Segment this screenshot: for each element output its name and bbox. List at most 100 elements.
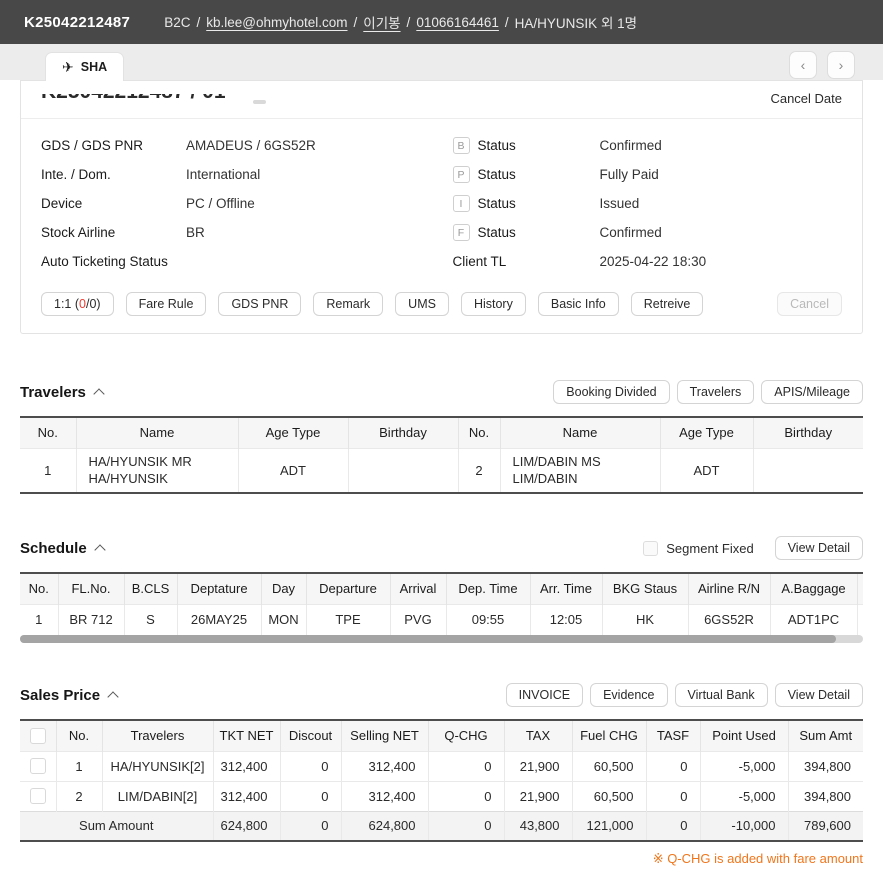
schedule-section-toggle[interactable]: Schedule [20,540,104,557]
sales-table-wrap: No. Travelers TKT NET Discout Selling NE… [20,719,863,842]
traveler1-birthday [348,448,458,493]
departure-date: 26MAY25 [177,604,261,635]
schedule-view-detail-button[interactable]: View Detail [775,536,863,560]
title-dash [253,100,266,104]
sales-table: No. Travelers TKT NET Discout Selling NE… [20,719,863,842]
separator: / [354,15,358,30]
travelers-table: No. Name Age Type Birthday No. Name Age … [20,416,863,494]
booking-class: S [124,604,177,635]
tab-sha-label: SHA [81,60,107,74]
ums-button[interactable]: UMS [395,292,449,316]
f-badge: F [453,224,470,241]
schedule-cut-column [857,573,863,604]
sales-row-1: 1 HA/HYUNSIK[2] 312,400 0 312,400 0 21,9… [20,751,863,781]
fields-left-column: GDS / GDS PNR AMADEUS / 6GS52R Inte. / D… [41,131,442,276]
booking-summary: B2C / kb.lee@ohmyhotel.com / 이기봉 / 01066… [164,12,637,32]
fields-right-column: B Status Confirmed P Status Fully Paid I… [442,131,843,276]
qchg-footnote: ※ Q-CHG is added with fare amount [20,851,863,867]
top-header-bar: K25042212487 B2C / kb.lee@ohmyhotel.com … [0,0,883,44]
separator: / [505,15,509,30]
departure-time: 09:55 [446,604,530,635]
travelers-row: 1 HA/HYUNSIK MR HA/HYUNSIK ADT 2 LIM/DAB… [20,448,863,493]
i-badge: I [453,195,470,212]
field-auto-ticketing-status: Auto Ticketing Status [41,247,442,276]
schedule-cut-cell [857,604,863,635]
sales-header-row: No. Travelers TKT NET Discout Selling NE… [20,720,863,751]
chevron-left-icon[interactable]: ‹ [789,51,817,79]
sales-view-detail-button[interactable]: View Detail [775,683,863,707]
booking-fields: GDS / GDS PNR AMADEUS / 6GS52R Inte. / D… [21,131,862,276]
traveler2-name: LIM/DABIN MS LIM/DABIN [500,448,660,493]
airplane-icon: ✈ [62,60,74,74]
panel-toolbar: 1:1 (0/0) Fare Rule GDS PNR Remark UMS H… [21,276,862,333]
bkg-status: HK [602,604,688,635]
travelers-header-row: No. Name Age Type Birthday No. Name Age … [20,417,863,448]
field-device: Device PC / Offline [41,189,442,218]
sum-amount-label: Sum Amount [20,811,213,841]
scrollbar-thumb[interactable] [20,635,836,643]
evidence-button[interactable]: Evidence [590,683,667,707]
separator: / [196,15,200,30]
select-all-checkbox[interactable] [30,728,46,744]
tab-sha[interactable]: ✈ SHA [45,52,124,81]
segment-fixed-label: Segment Fixed [666,541,753,556]
remark-button[interactable]: Remark [313,292,383,316]
basic-info-button[interactable]: Basic Info [538,292,619,316]
sales-section-header: Sales Price INVOICE Evidence Virtual Ban… [20,681,863,709]
apis-mileage-button[interactable]: APIS/Mileage [761,380,863,404]
gds-pnr-button[interactable]: GDS PNR [218,292,301,316]
booking-id: K25042212487 [24,14,130,31]
field-i-status: I Status Issued [442,189,843,218]
travelers-table-wrap: No. Name Age Type Birthday No. Name Age … [20,416,863,494]
retreive-button[interactable]: Retreive [631,292,704,316]
field-gds-pnr: GDS / GDS PNR AMADEUS / 6GS52R [41,131,442,160]
traveler2-no: 2 [458,448,500,493]
field-client-tl: Client TL 2025-04-22 18:30 [442,247,843,276]
row-checkbox[interactable] [30,788,46,804]
sales-traveler: LIM/DABIN[2] [102,781,213,811]
customer-name-link[interactable]: 이기봉 [363,12,400,32]
sales-section-toggle[interactable]: Sales Price [20,687,117,704]
sales-sum-row: Sum Amount 624,800 0 624,800 0 43,800 12… [20,811,863,841]
schedule-row: 1 BR 712 S 26MAY25 MON TPE PVG 09:55 12:… [20,604,863,635]
sales-buttons: INVOICE Evidence Virtual Bank View Detai… [506,683,863,707]
traveler1-age-type: ADT [238,448,348,493]
sales-row-2: 2 LIM/DABIN[2] 312,400 0 312,400 0 21,90… [20,781,863,811]
travelers-button[interactable]: Travelers [677,380,755,404]
segment-no: 1 [20,604,58,635]
field-stock-airline: Stock Airline BR [41,218,442,247]
day: MON [261,604,306,635]
customer-phone-link[interactable]: 01066164461 [416,15,499,30]
virtual-bank-button[interactable]: Virtual Bank [675,683,768,707]
chevron-right-icon[interactable]: › [827,51,855,79]
caret-up-icon [107,691,118,702]
traveler2-age-type: ADT [660,448,753,493]
schedule-table: No. FL.No. B.CLS Deptature Day Departure… [20,572,863,635]
one-to-one-button[interactable]: 1:1 (0/0) [41,292,114,316]
invoice-button[interactable]: INVOICE [506,683,583,707]
customer-email-link[interactable]: kb.lee@ohmyhotel.com [206,15,347,30]
sales-traveler: HA/HYUNSIK[2] [102,751,213,781]
passenger-summary: HA/HYUNSIK 외 1명 [515,12,637,32]
booking-detail-panel: K25042212487 / 01 Cancel Date GDS / GDS … [20,80,863,334]
schedule-header-row: No. FL.No. B.CLS Deptature Day Departure… [20,573,863,604]
fare-rule-button[interactable]: Fare Rule [126,292,207,316]
travelers-section-header: Travelers Booking Divided Travelers APIS… [20,378,863,406]
field-p-status: P Status Fully Paid [442,160,843,189]
segment-fixed-checkbox[interactable] [643,541,658,556]
schedule-controls: Segment Fixed View Detail [643,536,863,560]
schedule-section-header: Schedule Segment Fixed View Detail [20,534,863,562]
tab-strip: ✈ SHA ‹ › [0,44,883,80]
booking-divided-button[interactable]: Booking Divided [553,380,669,404]
history-button[interactable]: History [461,292,526,316]
clipped-booking-title: K25042212487 / 01 [41,94,361,107]
arrival-time: 12:05 [530,604,602,635]
travelers-section-toggle[interactable]: Travelers [20,384,103,401]
select-all-cell [20,720,56,751]
cancel-button: Cancel [777,292,842,316]
travelers-buttons: Booking Divided Travelers APIS/Mileage [553,380,863,404]
p-badge: P [453,166,470,183]
row-select-cell [20,781,56,811]
row-checkbox[interactable] [30,758,46,774]
allowed-baggage: ADT1PC [770,604,857,635]
